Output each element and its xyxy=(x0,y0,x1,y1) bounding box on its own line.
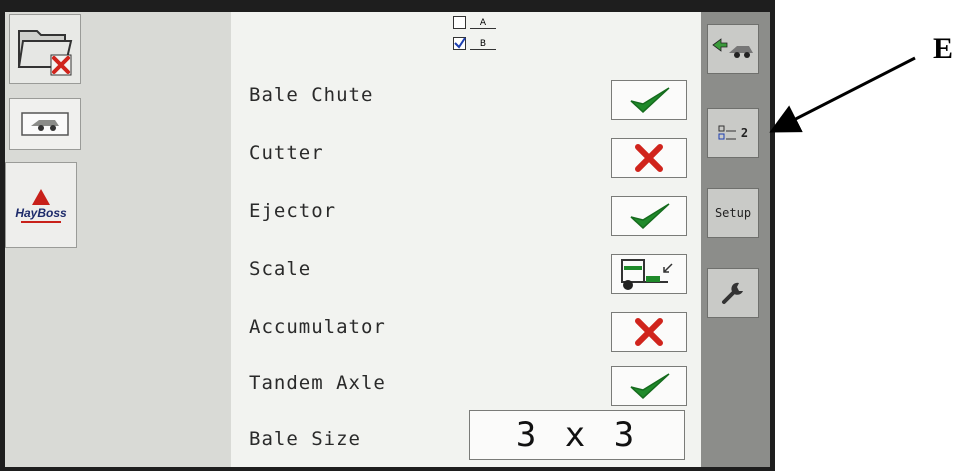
profile-b-checkbox[interactable] xyxy=(453,37,466,50)
scale-toggle[interactable] xyxy=(611,254,687,294)
option-label-accumulator: Accumulator xyxy=(249,316,386,338)
check-icon xyxy=(630,87,670,114)
setup-button[interactable]: Setup xyxy=(707,188,759,238)
profile-list-icon xyxy=(718,125,736,140)
cutter-toggle[interactable] xyxy=(611,138,687,178)
profile-a-label: A xyxy=(470,19,496,29)
folder-delete-button[interactable] xyxy=(9,14,81,84)
left-pane: HayBoss xyxy=(5,12,231,467)
annotation-label: E xyxy=(933,32,954,65)
profile-a-checkbox[interactable] xyxy=(453,16,466,29)
x-icon xyxy=(635,318,663,346)
logo-underline xyxy=(21,220,61,223)
profile-count: 2 xyxy=(740,126,749,140)
check-icon xyxy=(630,373,670,400)
hayboss-button[interactable]: HayBoss xyxy=(5,162,77,248)
tools-button[interactable] xyxy=(707,268,759,318)
bale-size-label: Bale Size xyxy=(249,428,361,450)
tandem-axle-toggle[interactable] xyxy=(611,366,687,406)
wrench-icon xyxy=(722,282,743,304)
baler-icon xyxy=(21,112,69,136)
hayboss-logo-icon xyxy=(32,188,50,205)
option-label-tandem-axle: Tandem Axle xyxy=(249,372,386,394)
back-button[interactable] xyxy=(707,24,759,74)
right-softkey-bar: 2 Setup xyxy=(701,12,770,467)
machine-button[interactable] xyxy=(9,98,81,150)
bale-size-field[interactable]: 3 x 3 xyxy=(469,410,685,460)
checkmark-icon xyxy=(454,37,466,49)
scale-icon xyxy=(621,259,673,290)
config-panel: A B Bale Chute Cutter Ejector Scale Accu… xyxy=(231,12,701,467)
profile-select-button[interactable]: 2 xyxy=(707,108,759,158)
bale-chute-toggle[interactable] xyxy=(611,80,687,120)
option-label-bale-chute: Bale Chute xyxy=(249,84,374,106)
option-label-cutter: Cutter xyxy=(249,142,324,164)
profile-b-row[interactable]: B xyxy=(453,37,496,50)
x-icon xyxy=(635,144,663,172)
terminal-screen: HayBoss A B Bale Chute Cutter Ejector Sc… xyxy=(0,0,775,471)
hayboss-logo-text: HayBoss xyxy=(15,205,67,220)
accumulator-toggle[interactable] xyxy=(611,312,687,352)
back-arrow-baler-icon xyxy=(712,38,753,58)
profile-a-row[interactable]: A xyxy=(453,16,496,29)
option-label-ejector: Ejector xyxy=(249,200,337,222)
option-label-scale: Scale xyxy=(249,258,312,280)
profile-b-label: B xyxy=(470,40,496,50)
ejector-toggle[interactable] xyxy=(611,196,687,236)
folder-delete-icon xyxy=(17,30,73,76)
check-icon xyxy=(630,203,670,230)
